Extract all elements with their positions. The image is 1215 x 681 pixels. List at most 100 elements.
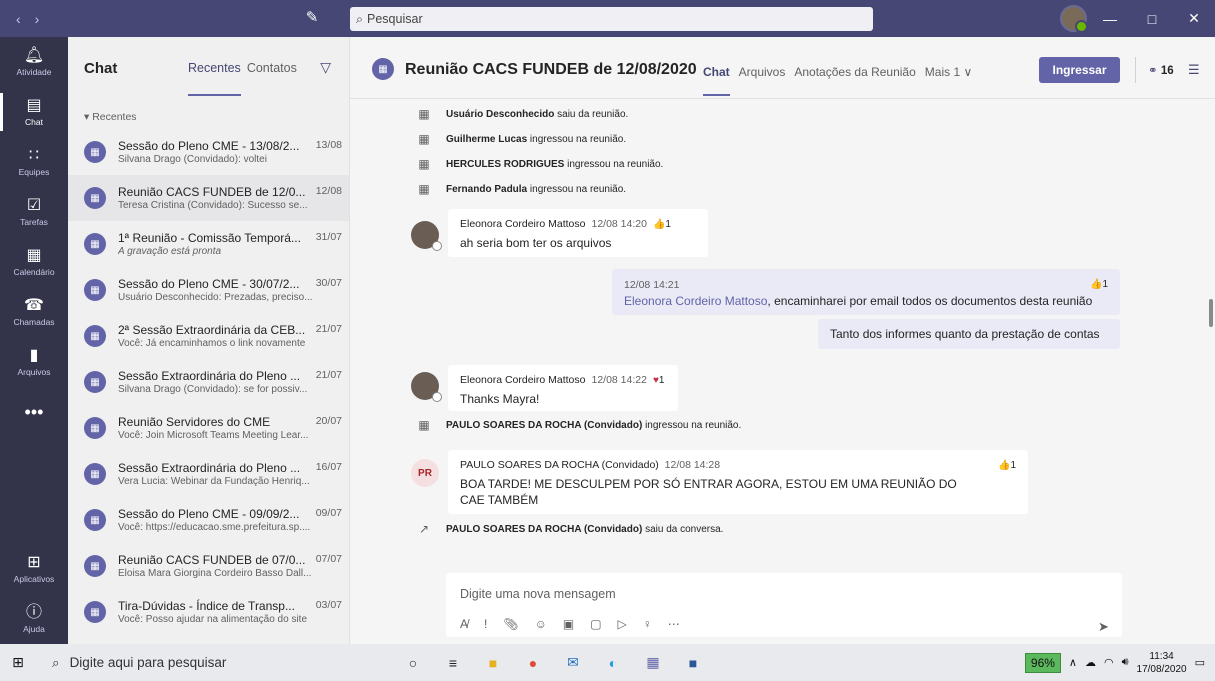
more-options-icon[interactable]: ⋯: [668, 617, 680, 631]
list-icon[interactable]: ☰: [1188, 62, 1200, 78]
list-item[interactable]: ▦ Reunião CACS FUNDEB de 12/0... 12/08 Tere…: [68, 175, 349, 221]
chevron-up-icon[interactable]: ∧: [1069, 656, 1077, 669]
chat-list-title: Chat: [84, 59, 118, 77]
teams-taskbar-icon[interactable]: ▦: [640, 650, 666, 676]
chat-title: Sessão do Pleno CME - 09/09/2...: [118, 507, 300, 521]
meeting-event-icon: ▦: [418, 107, 430, 121]
join-button[interactable]: Ingressar: [1039, 57, 1120, 83]
message-bubble[interactable]: Eleonora Cordeiro Mattoso12/08 14:201 ah…: [448, 209, 708, 257]
list-item[interactable]: ▦ Sessão Extraordinária do Pleno ... 16/07…: [68, 451, 349, 497]
participants-button[interactable]: ⚭ 16: [1148, 63, 1174, 77]
clock[interactable]: 11:34 17/08/2020: [1137, 650, 1187, 676]
list-item[interactable]: ▦ Tira-Dúvidas - Índice de Transp... 03/07…: [68, 589, 349, 635]
meeting-icon: ▦: [84, 233, 106, 255]
tab-more[interactable]: Mais 1 ∨: [925, 65, 972, 79]
praise-icon[interactable]: ♀: [643, 617, 652, 631]
back-icon[interactable]: ‹: [16, 11, 21, 27]
heart-reaction[interactable]: ♥1: [653, 375, 665, 386]
chrome-icon[interactable]: ●: [520, 650, 546, 676]
notifications-icon[interactable]: ▭: [1195, 656, 1205, 669]
event-item: ▦ Guilherme Lucas ingressou na reunião.: [416, 132, 626, 146]
scrollbar[interactable]: [1209, 299, 1213, 327]
send-icon[interactable]: ➤: [1098, 619, 1109, 635]
message-bubble[interactable]: Eleonora Cordeiro Mattoso 12/08 14:22 ♥1 T…: [448, 365, 678, 411]
search-input[interactable]: ⌕ Pesquisar: [350, 7, 873, 31]
emoji-icon[interactable]: ☺: [535, 617, 547, 631]
message-bubble[interactable]: PAULO SOARES DA ROCHA (Convidado) 12/08 …: [448, 450, 1028, 514]
list-item[interactable]: ▦ 2ª Sessão Extraordinária da CEB... 21/07…: [68, 313, 349, 359]
like-reaction[interactable]: 1: [1090, 279, 1108, 291]
taskbar: ⊞ ⌕ Digite aqui para pesquisar ○ ≡ ■ ● ✉…: [0, 644, 1215, 681]
compose-input[interactable]: Digite uma nova mensagem: [460, 587, 616, 601]
edge-icon[interactable]: ◐: [600, 650, 626, 676]
chat-date: 13/08: [315, 139, 342, 151]
like-reaction[interactable]: 1: [998, 460, 1016, 471]
my-message-bubble[interactable]: 12/08 14:211 Eleonora Cordeiro Mattoso, …: [612, 269, 1120, 315]
mention[interactable]: Eleonora Cordeiro Mattoso: [624, 294, 767, 308]
avatar[interactable]: [411, 372, 442, 402]
tab-recent[interactable]: Recentes: [188, 61, 241, 96]
cortana-icon[interactable]: ○: [400, 650, 426, 676]
meeting-icon: ▦: [84, 141, 106, 163]
appbar-item-teams[interactable]: ∷ Equipes: [0, 137, 68, 187]
filter-icon[interactable]: ▽: [320, 59, 331, 76]
wifi-icon[interactable]: ◠: [1104, 656, 1114, 669]
gif-icon[interactable]: ▣: [563, 617, 574, 631]
list-item[interactable]: ▦ Sessão Extraordinária do Pleno ... 21/07…: [68, 359, 349, 405]
event-item: ▦ PAULO SOARES DA ROCHA (Convidado) ingre…: [416, 418, 741, 432]
list-item[interactable]: ▦ Reunião CACS FUNDEB de 07/0... 07/07 Eloi…: [68, 543, 349, 589]
appbar-item-calendar[interactable]: ▦ Calendário: [0, 237, 68, 287]
minimize-icon[interactable]: —: [1089, 0, 1131, 37]
meeting-icon: ▦: [84, 279, 106, 301]
meeting-icon: ▦: [84, 463, 106, 485]
file-explorer-icon[interactable]: ■: [480, 650, 506, 676]
battery-indicator[interactable]: 96%: [1024, 652, 1061, 673]
taskbar-search[interactable]: ⌕ Digite aqui para pesquisar: [36, 644, 376, 681]
new-chat-icon[interactable]: ✎: [302, 8, 322, 28]
windows-start-icon[interactable]: ⊞: [0, 654, 36, 671]
chat-list-tabs: Recentes Contatos: [188, 61, 297, 96]
more-apps-button[interactable]: •••: [0, 387, 68, 437]
tab-notes[interactable]: Anotações da Reunião: [794, 65, 915, 79]
section-header-recent[interactable]: ▾ Recentes: [68, 99, 349, 129]
cloud-icon[interactable]: ☁: [1085, 656, 1096, 669]
meet-now-icon[interactable]: ▷: [618, 617, 627, 631]
appbar-item-apps[interactable]: ⊞ Aplicativos: [0, 544, 68, 594]
message-composer[interactable]: Digite uma nova mensagem A̸ ! 📎︎ ☺ ▣ ▢ ▷…: [446, 573, 1122, 637]
like-reaction[interactable]: 1: [653, 219, 671, 230]
sticker-icon[interactable]: ▢: [590, 617, 601, 631]
attach-icon[interactable]: 📎︎: [503, 617, 518, 631]
list-item[interactable]: ▦ 1ª Reunião - Comissão Temporá... 31/07 A …: [68, 221, 349, 267]
tab-chat[interactable]: Chat: [703, 65, 730, 96]
task-view-icon[interactable]: ≡: [440, 650, 466, 676]
appbar-item-activity[interactable]: 🔔︎ Atividade: [0, 37, 68, 87]
appbar-item-chat[interactable]: ▤ Chat: [0, 87, 68, 137]
list-item[interactable]: ▦ Sessão do Pleno CME - 13/08/2... 13/08 Si…: [68, 129, 349, 175]
list-item[interactable]: ▦ Sessão do Pleno CME - 09/09/2... 09/07 Vo…: [68, 497, 349, 543]
profile-avatar[interactable]: [1060, 5, 1088, 33]
people-icon: ⚭: [1148, 65, 1158, 77]
forward-icon[interactable]: ›: [35, 11, 40, 27]
volume-icon[interactable]: 🔊︎: [1122, 656, 1129, 669]
avatar[interactable]: [411, 221, 442, 251]
important-icon[interactable]: !: [484, 617, 487, 631]
avatar[interactable]: PR: [411, 459, 439, 487]
mail-icon[interactable]: ✉: [560, 650, 586, 676]
my-message-bubble[interactable]: Tanto dos informes quanto da prestação d…: [818, 319, 1120, 349]
appbar-item-help[interactable]: ⓘ Ajuda: [0, 594, 68, 644]
appbar-item-tasks[interactable]: ☑ Tarefas: [0, 187, 68, 237]
tab-contacts[interactable]: Contatos: [247, 61, 297, 75]
tab-files[interactable]: Arquivos: [739, 65, 786, 79]
word-icon[interactable]: ■: [680, 650, 706, 676]
chat-date: 09/07: [315, 507, 342, 519]
maximize-icon[interactable]: □: [1131, 0, 1173, 37]
appbar-item-files[interactable]: ▮ Arquivos: [0, 337, 68, 387]
list-item[interactable]: ▦ Sessão do Pleno CME - 30/07/2... 30/07 Us…: [68, 267, 349, 313]
format-icon[interactable]: A̸: [460, 617, 468, 631]
meeting-icon: ▦: [84, 601, 106, 623]
close-icon[interactable]: ✕: [1173, 0, 1215, 37]
chat-date: 12/08: [315, 185, 342, 197]
list-item[interactable]: ▦ Reunião Servidores do CME 20/07 Você: Joi…: [68, 405, 349, 451]
chat-title: Reunião Servidores do CME: [118, 415, 271, 429]
appbar-item-calls[interactable]: ☎ Chamadas: [0, 287, 68, 337]
